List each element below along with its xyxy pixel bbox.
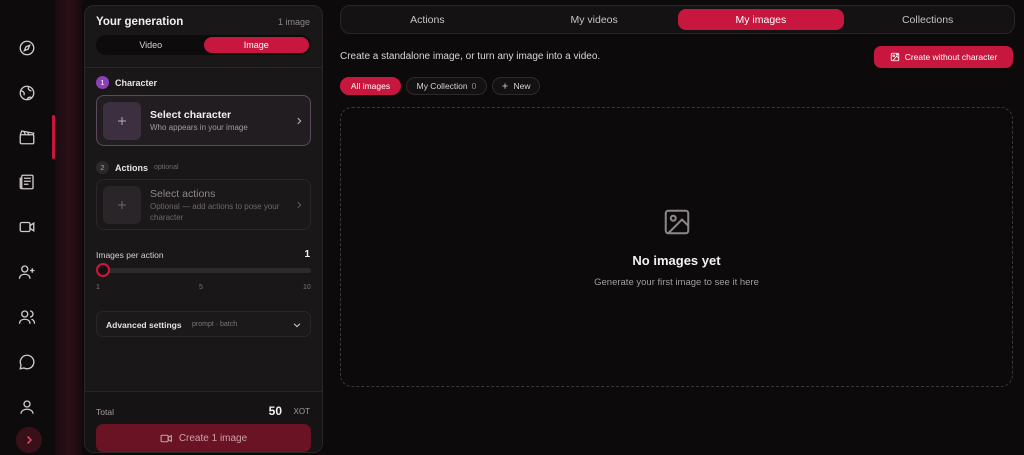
panel-title: Your generation — [96, 16, 184, 28]
tab-my-images[interactable]: My images — [677, 9, 845, 30]
expand-sidebar-button[interactable] — [16, 427, 42, 453]
page-subtitle: Create a standalone image, or turn any i… — [340, 51, 601, 62]
advanced-settings-toggle[interactable]: Advanced settings prompt · batch — [96, 311, 311, 337]
tab-actions[interactable]: Actions — [344, 9, 511, 30]
image-icon — [664, 209, 690, 235]
create-without-character-button[interactable]: Create without character — [874, 46, 1013, 68]
empty-state-title: No images yet — [632, 253, 721, 268]
create-without-character-label: Create without character — [904, 52, 998, 62]
mode-image-button[interactable]: Image — [203, 37, 309, 53]
advanced-settings-title: Advanced settings — [106, 320, 182, 330]
nav-rail — [0, 0, 55, 455]
create-image-button[interactable]: Create 1 image — [96, 424, 311, 452]
optional-tag: optional — [154, 164, 179, 171]
chevron-right-icon — [26, 435, 33, 445]
video-icon — [160, 434, 172, 442]
compass-icon[interactable] — [16, 37, 38, 59]
step-label-character: Character — [115, 78, 158, 88]
chat-icon[interactable] — [16, 351, 38, 373]
step-number: 2 — [96, 161, 109, 174]
character-thumb — [103, 102, 141, 140]
my-collection-count: 0 — [471, 81, 477, 91]
plus-icon — [502, 83, 509, 89]
generation-panel: Your generation 1 image Video Image 1 Ch… — [84, 5, 323, 453]
my-collection-label: My Collection — [416, 81, 468, 91]
tab-collections[interactable]: Collections — [844, 9, 1011, 30]
newspaper-icon[interactable] — [16, 171, 38, 193]
select-actions-title: Select actions — [150, 188, 216, 200]
images-per-action-value: 1 — [304, 249, 310, 260]
plus-icon — [118, 117, 126, 125]
clapperboard-icon[interactable] — [16, 126, 38, 148]
slider-tick: 5 — [199, 284, 203, 291]
images-per-action-slider[interactable] — [97, 268, 311, 273]
slider-tick: 1 — [96, 284, 100, 291]
rail-glow — [55, 0, 82, 455]
image-plus-icon — [890, 52, 899, 62]
user-plus-icon[interactable] — [16, 261, 38, 283]
total-label: Total — [96, 407, 114, 417]
filter-all-images[interactable]: All images — [340, 77, 401, 95]
select-character-subtitle: Who appears in your image — [150, 123, 248, 132]
create-image-label: Create 1 image — [178, 432, 248, 444]
select-character-title: Select character — [150, 109, 232, 121]
video-icon[interactable] — [16, 216, 38, 238]
main-tabs: Actions My videos My images Collections — [340, 5, 1015, 34]
new-label: New — [513, 81, 531, 91]
images-per-action-label: Images per action — [96, 250, 164, 260]
select-character-card[interactable]: Select character Who appears in your ima… — [96, 95, 311, 146]
globe-icon[interactable] — [16, 82, 38, 104]
total-value: 50 — [268, 404, 282, 418]
select-actions-card[interactable]: Select actions Optional — add actions to… — [96, 179, 311, 230]
image-count: 1 image — [277, 17, 310, 27]
chevron-right-icon — [297, 117, 302, 125]
actions-thumb — [103, 186, 141, 224]
mode-toggle: Video Image — [96, 35, 311, 55]
slider-tick: 10 — [303, 284, 311, 291]
users-icon[interactable] — [16, 306, 38, 328]
panel-footer: Total 50 XOT Create 1 image — [85, 391, 322, 452]
total-unit: XOT — [293, 407, 310, 416]
chevron-right-icon — [297, 201, 302, 209]
step-number: 1 — [96, 76, 109, 89]
plus-icon — [118, 201, 126, 209]
empty-state: No images yet Generate your first image … — [340, 107, 1013, 387]
tab-my-videos[interactable]: My videos — [511, 9, 678, 30]
step-label-actions: Actions — [115, 163, 149, 173]
new-collection-button[interactable]: New — [492, 77, 540, 95]
mode-video-button[interactable]: Video — [98, 37, 204, 53]
slider-handle[interactable] — [96, 263, 110, 277]
user-icon[interactable] — [16, 396, 38, 418]
divider — [85, 67, 322, 68]
select-actions-subtitle: Optional — add actions to pose your char… — [150, 202, 280, 222]
filter-my-collection[interactable]: My Collection 0 — [406, 77, 487, 95]
empty-state-subtitle: Generate your first image to see it here — [594, 277, 759, 288]
advanced-settings-subtitle: prompt · batch — [192, 321, 238, 328]
chevron-down-icon — [293, 323, 301, 328]
